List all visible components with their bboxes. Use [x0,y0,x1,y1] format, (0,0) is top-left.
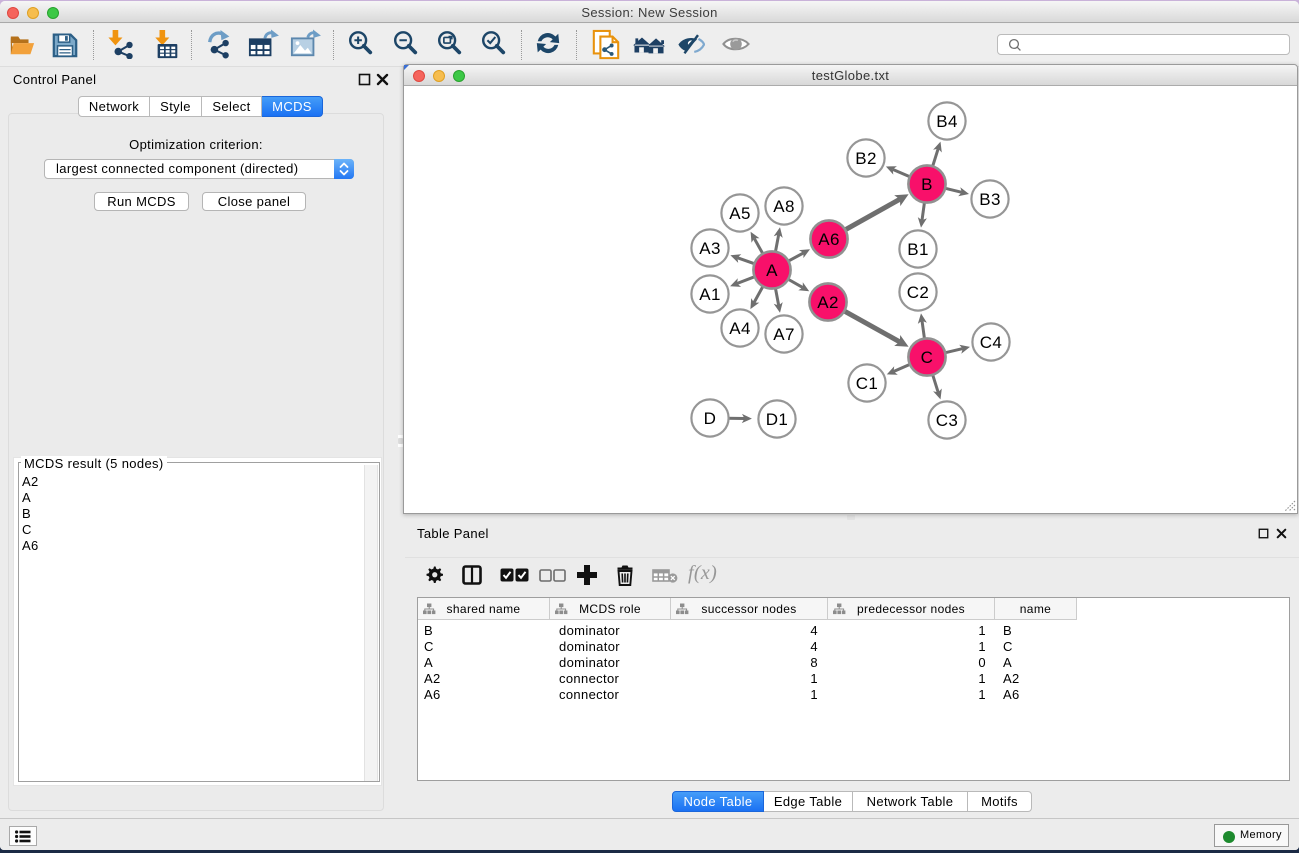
svg-text:B1: B1 [907,240,929,259]
svg-text:B4: B4 [936,112,958,131]
svg-text:A5: A5 [729,204,751,223]
svg-text:D: D [704,409,717,428]
svg-text:C: C [921,348,934,367]
svg-text:B3: B3 [979,190,1001,209]
svg-text:A6: A6 [818,230,840,249]
svg-text:A1: A1 [699,285,721,304]
svg-text:C2: C2 [907,283,929,302]
svg-text:D1: D1 [766,410,788,429]
svg-text:C4: C4 [980,333,1002,352]
svg-text:B: B [921,175,933,194]
svg-text:C3: C3 [936,411,958,430]
svg-text:B2: B2 [855,149,877,168]
svg-text:A2: A2 [817,293,839,312]
svg-text:A8: A8 [773,197,795,216]
svg-text:A4: A4 [729,319,751,338]
svg-text:A: A [766,261,778,280]
svg-text:C1: C1 [856,374,878,393]
svg-text:A3: A3 [699,239,721,258]
svg-text:A7: A7 [773,325,795,344]
